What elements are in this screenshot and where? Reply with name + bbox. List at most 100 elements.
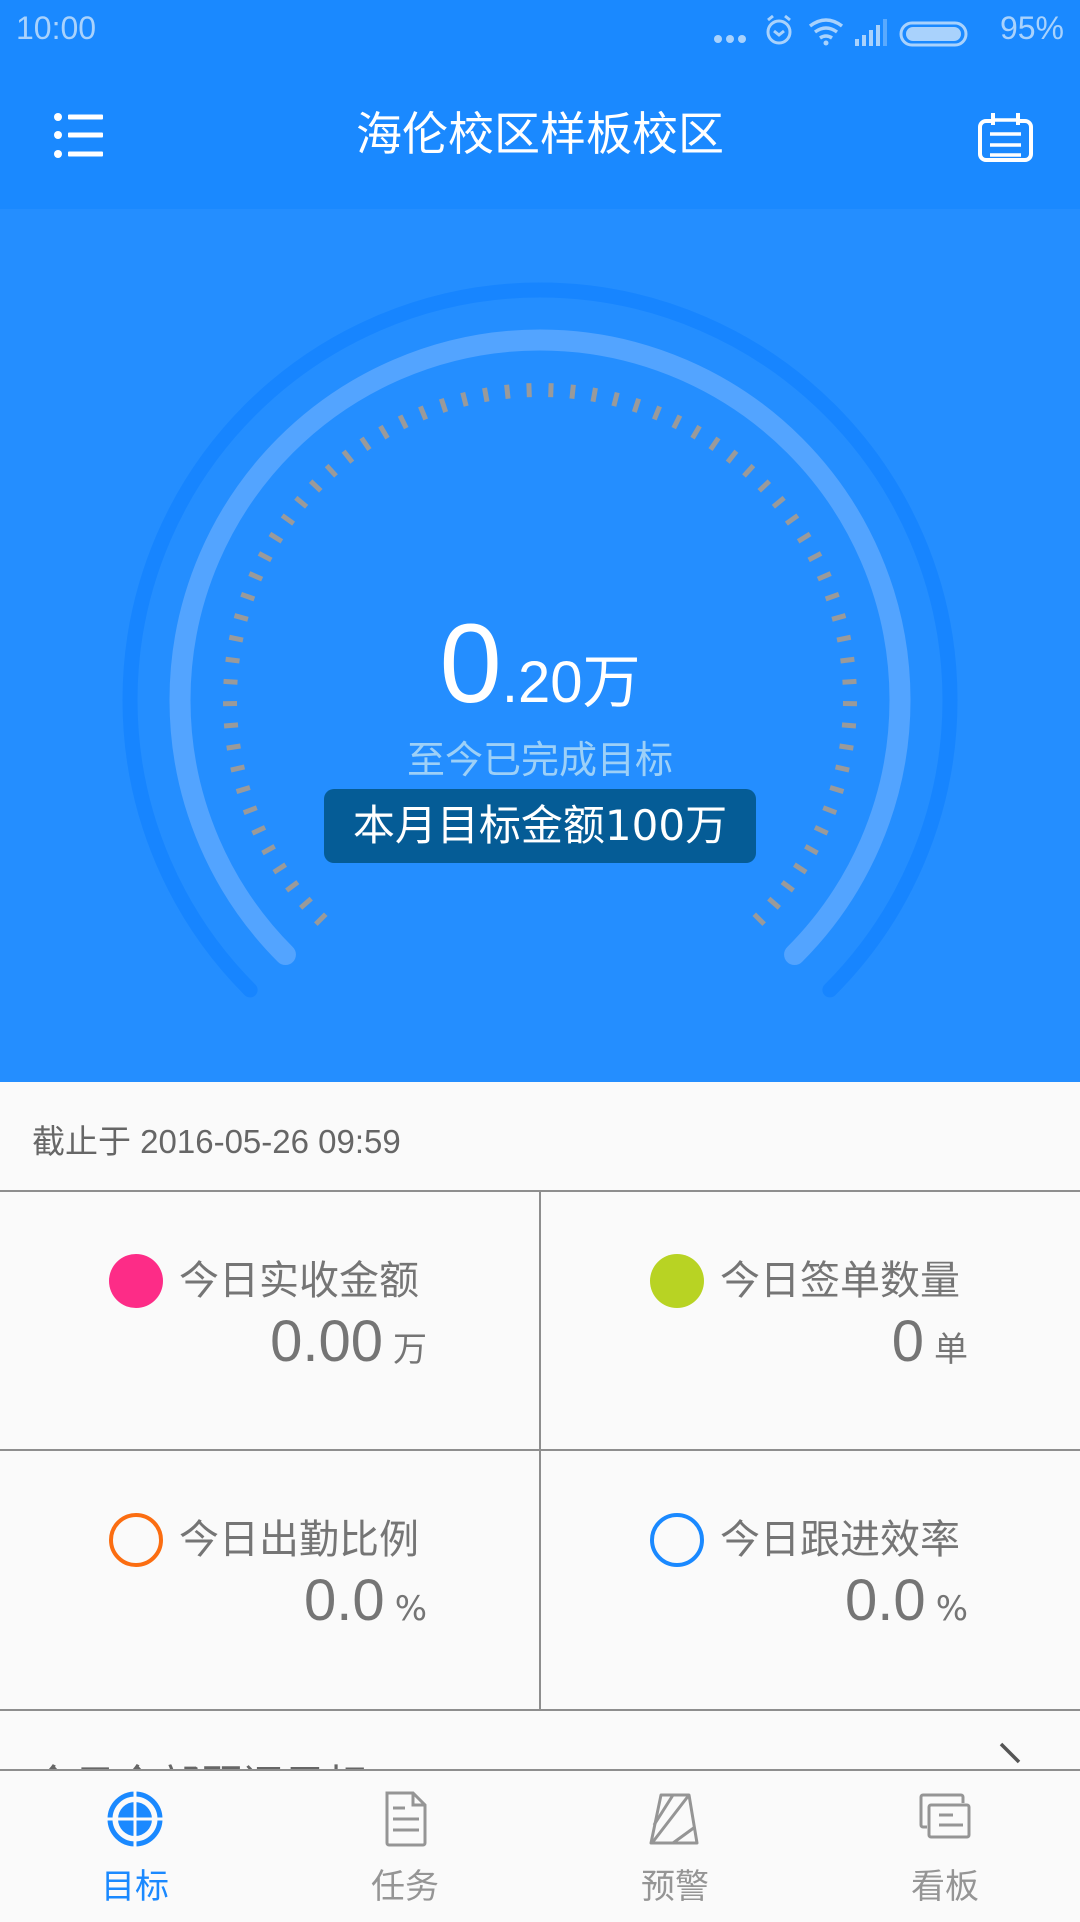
signal-icon: [855, 19, 887, 46]
gauge-tick: [654, 406, 659, 419]
gauge-tick: [634, 399, 638, 412]
gauge-tick: [400, 416, 406, 429]
chevron-right-icon: [995, 1742, 1035, 1769]
page-title: 海伦校区样板校区: [0, 110, 1080, 158]
gauge-tick: [826, 594, 839, 599]
stat-value: 0.0: [304, 1568, 385, 1633]
gauge-tick: [614, 393, 617, 407]
calendar-button[interactable]: [965, 100, 1045, 170]
calendar-icon: [965, 100, 1045, 170]
bottom-nav: 目标 任务 预警 看板: [0, 1769, 1080, 1920]
gauge-tick: [316, 914, 326, 924]
stat-label: 今日实收金额: [179, 1254, 419, 1308]
gauge-tick: [463, 393, 466, 407]
app-header: 海伦校区样板校区: [0, 60, 1080, 209]
gauge-tick: [380, 426, 387, 438]
stat-unit: 单: [934, 1330, 968, 1370]
document-icon: [375, 1789, 435, 1849]
gauge-tick: [572, 385, 573, 399]
warning-stripes-icon: [645, 1789, 705, 1849]
nav-label: 任务: [270, 1859, 540, 1908]
gauge-tick: [794, 865, 806, 873]
gauge-tick: [815, 827, 828, 833]
gauge-tick: [259, 553, 271, 559]
nav-tab-tasks[interactable]: 任务: [270, 1771, 540, 1922]
gauge-tick: [786, 515, 797, 523]
gauge-tick: [441, 399, 445, 412]
gauge-tick: [327, 466, 336, 476]
gauge-tick: [237, 788, 250, 792]
gauge-tick: [311, 481, 321, 491]
nav-label: 预警: [540, 1859, 810, 1908]
gauge-tick: [344, 451, 353, 462]
stat-value: 0.00: [270, 1309, 383, 1374]
gauge-tick: [693, 426, 700, 438]
alarm-icon: [768, 16, 790, 43]
gauge-tick: [769, 899, 780, 908]
gauge-tick: [593, 388, 595, 402]
board-cards-icon: [915, 1789, 975, 1849]
as-of-timestamp: 截止于 2016-05-26 09:59: [32, 1115, 401, 1163]
gauge-tick: [507, 385, 508, 399]
gauge-tick: [420, 406, 425, 419]
stat-unit: %: [936, 1589, 968, 1629]
stat-label: 今日出勤比例: [179, 1513, 419, 1567]
gauge-tick: [282, 515, 293, 523]
more-dots-icon: [714, 35, 746, 43]
gauge-tick: [728, 451, 737, 462]
gauge-tick: [274, 865, 286, 873]
gauge-tick: [296, 498, 307, 507]
stat-cell-today-attendance[interactable]: 今日出勤比例 0.0%: [0, 1451, 539, 1708]
status-bar: 10:00 95%: [0, 0, 1080, 60]
monthly-target-badge: 本月目标金额100万: [324, 789, 756, 863]
nav-tab-goal[interactable]: 目标: [0, 1771, 270, 1922]
nav-tab-warning[interactable]: 预警: [540, 1771, 810, 1922]
gauge-tick: [805, 846, 817, 853]
wifi-icon: [810, 20, 842, 46]
stat-label: 今日签单数量: [720, 1254, 960, 1308]
gauge-tick: [270, 534, 282, 541]
nav-tab-board[interactable]: 看板: [810, 1771, 1080, 1922]
gauge-tick: [744, 466, 753, 476]
stat-cell-today-contracts[interactable]: 今日签单数量 0单: [541, 1192, 1080, 1449]
gauge-tick: [818, 574, 831, 580]
gauge-tick: [823, 808, 836, 813]
gauge-tick: [782, 882, 793, 890]
stat-unit: %: [395, 1589, 427, 1629]
gauge-tick: [809, 553, 821, 559]
stat-unit: 万: [393, 1330, 427, 1370]
achieved-value-integer: 0: [440, 601, 502, 726]
gauge-tick: [830, 788, 843, 792]
gauge-tick: [711, 438, 719, 450]
gauge-tick: [362, 438, 370, 450]
gauge-tick: [244, 808, 257, 813]
gauge-tick: [241, 594, 254, 599]
stat-cell-today-revenue[interactable]: 今日实收金额 0.00万: [0, 1192, 539, 1449]
green-dot-icon: [650, 1254, 704, 1308]
achieved-subtitle: 至今已完成目标: [0, 729, 1080, 784]
orange-ring-icon: [109, 1513, 163, 1567]
gauge-tick: [754, 914, 764, 924]
nav-label: 目标: [0, 1859, 270, 1908]
stat-label: 今日跟进效率: [720, 1513, 960, 1567]
gauge-tick: [773, 498, 784, 507]
stat-cell-today-followup[interactable]: 今日跟进效率 0.0%: [541, 1451, 1080, 1708]
blue-ring-icon: [650, 1513, 704, 1567]
gauge-tick: [252, 827, 265, 833]
goal-gauge-panel: 0.20万 至今已完成目标 本月目标金额100万: [0, 209, 1080, 1082]
gauge-tick: [674, 416, 680, 429]
gauge-tick: [485, 388, 487, 402]
battery-icon: [901, 23, 966, 45]
nav-label: 看板: [810, 1859, 1080, 1908]
achieved-value-fraction: .20万: [502, 650, 641, 715]
as-of-row: 截止于 2016-05-26 09:59: [0, 1082, 1080, 1191]
all-advisors-goal-row[interactable]: 今日全部顾问目标: [0, 1712, 1080, 1769]
gauge-tick: [249, 574, 262, 580]
stat-value: 0: [892, 1309, 924, 1374]
stat-value: 0.0: [845, 1568, 926, 1633]
gauge-tick: [301, 899, 312, 908]
battery-percent: 95%: [1000, 10, 1064, 47]
pink-dot-icon: [109, 1254, 163, 1308]
all-advisors-goal-label: 今日全部顾问目标: [32, 1752, 368, 1769]
gauge-tick: [287, 882, 298, 890]
